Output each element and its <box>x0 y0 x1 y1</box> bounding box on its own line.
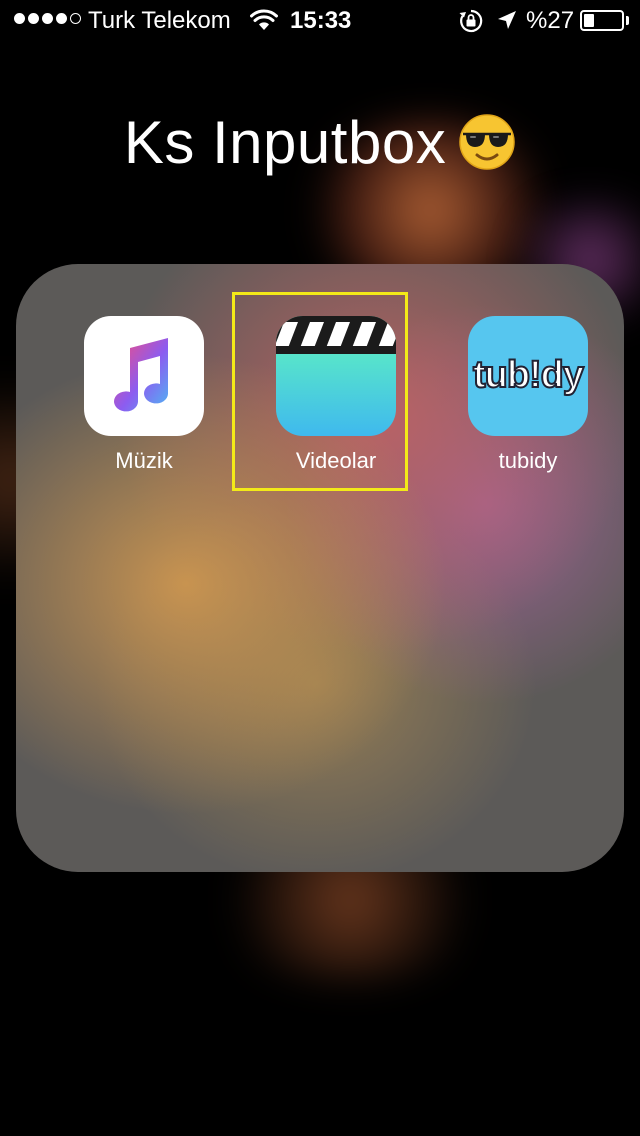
status-time: 15:33 <box>290 7 352 34</box>
signal-dots-icon <box>14 13 81 24</box>
app-label: tubidy <box>498 448 558 473</box>
app-tubidy[interactable]: tub!dy tubidy <box>458 316 598 474</box>
music-note-icon <box>84 316 204 436</box>
battery-percentage: %27 <box>526 7 575 34</box>
app-label: Müzik <box>115 448 173 473</box>
battery-fill <box>584 14 594 27</box>
app-muzik[interactable]: Müzik <box>74 316 214 474</box>
battery-nub <box>626 16 629 25</box>
folder-title[interactable]: Ks Inputbox <box>0 108 640 177</box>
location-arrow-icon <box>498 11 516 29</box>
wifi-icon <box>250 9 278 30</box>
home-screen: Turk Telekom 15:33 %27 Ks Inputbox Müzik… <box>0 0 640 1136</box>
sunglasses-face-emoji <box>459 114 515 170</box>
status-bar: Turk Telekom 15:33 %27 <box>0 0 640 40</box>
battery-icon <box>580 10 624 31</box>
rotation-lock-icon <box>459 9 483 33</box>
carrier-name: Turk Telekom <box>88 7 231 34</box>
highlight-box <box>232 292 408 491</box>
tubidy-logo-text: tub!dy <box>472 353 585 397</box>
folder-title-text: Ks Inputbox <box>123 109 447 176</box>
tubidy-logo-icon: tub!dy <box>468 316 588 436</box>
